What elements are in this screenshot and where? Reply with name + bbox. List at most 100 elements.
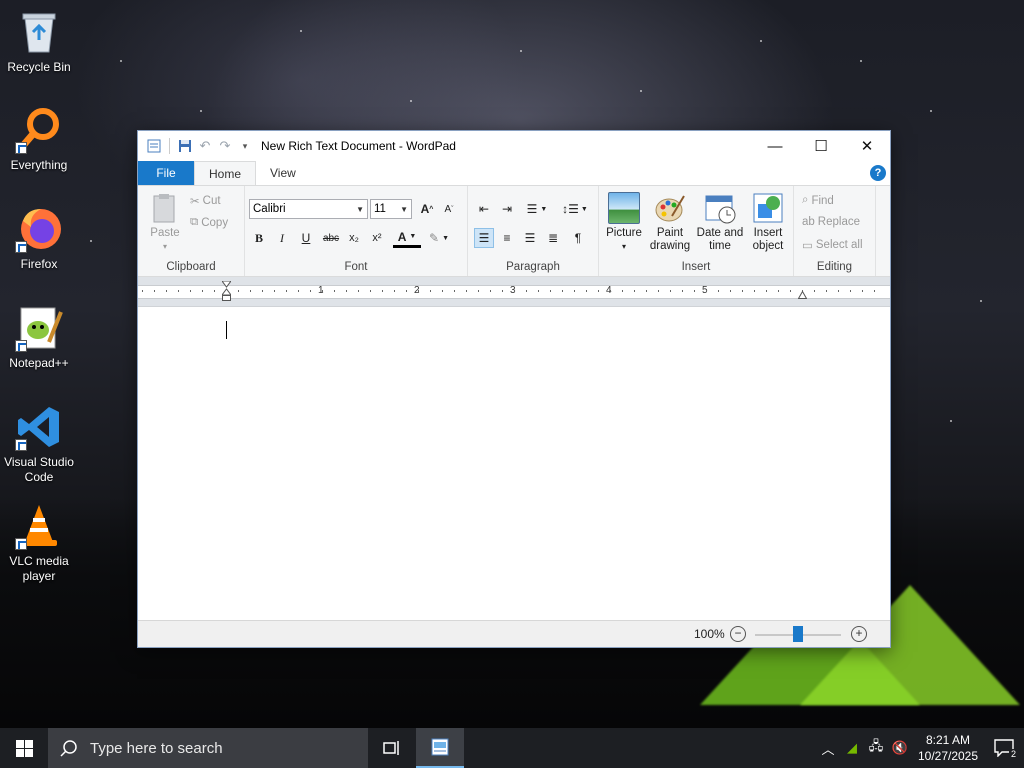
decrease-indent-icon[interactable]: ⇤ (474, 199, 494, 219)
ruler-tick (838, 290, 839, 292)
copy-button[interactable]: ⧉ Copy (190, 216, 228, 229)
tab-file[interactable]: File (138, 161, 194, 185)
help-button[interactable]: ? (870, 165, 886, 181)
customize-toolbar-icon[interactable]: ▾ (237, 138, 253, 154)
find-button[interactable]: ⌕ Find (802, 194, 834, 207)
ruler-tick (334, 290, 335, 292)
desktop-icon-label: Firefox (20, 257, 58, 271)
ribbon-tabs: File Home View ? (138, 161, 890, 185)
document-editor[interactable] (138, 307, 890, 621)
right-indent-marker[interactable] (797, 288, 808, 299)
increase-indent-icon[interactable]: ⇥ (497, 199, 517, 219)
insert-object-button[interactable]: Insert object (747, 192, 789, 253)
ruler-tick (718, 290, 719, 292)
desktop-icon-label: Everything (10, 158, 68, 172)
underline-button[interactable]: U (296, 228, 316, 248)
volume-muted-icon[interactable]: 🔇 (888, 740, 912, 756)
paint-drawing-button[interactable]: Paint drawing (647, 192, 693, 253)
insert-picture-button[interactable]: Picture ▾ (603, 192, 645, 253)
highlight-color-button[interactable]: ✎ ▼ (425, 228, 453, 248)
redo-icon[interactable]: ↷ (217, 138, 233, 154)
desktop-icon-vscode[interactable]: Visual Studio Code (2, 403, 76, 485)
ruler-tick (262, 290, 263, 292)
ruler-tick (478, 290, 479, 292)
highlighter-icon: ✎ (429, 231, 440, 245)
subscript-button[interactable]: x₂ (344, 228, 364, 248)
ruler-tick (658, 290, 659, 292)
ruler-tick (142, 290, 143, 292)
desktop-icon-vlc[interactable]: VLC media player (2, 502, 76, 584)
palette-icon (654, 192, 686, 224)
tab-view[interactable]: View (256, 161, 310, 185)
ruler-tick (634, 290, 635, 292)
window-title: New Rich Text Document - WordPad (261, 139, 456, 153)
justify-button[interactable]: ≣ (543, 228, 563, 248)
taskbar-app-wordpad[interactable] (416, 728, 464, 768)
replace-button[interactable]: ab Replace (802, 216, 860, 228)
ruler-tick (790, 290, 791, 292)
minimize-button[interactable]: — (752, 131, 798, 161)
ruler-tick (538, 290, 539, 292)
left-indent-marker[interactable] (221, 280, 232, 301)
undo-icon[interactable]: ↶ (197, 138, 213, 154)
shortcut-arrow-icon (15, 538, 27, 550)
bullet-list-icon[interactable]: ☰ ▼ (522, 199, 552, 219)
ruler[interactable]: 1 2 3 4 5 (138, 277, 890, 307)
task-view-button[interactable] (368, 728, 416, 768)
chevron-down-icon: ▼ (356, 204, 364, 214)
action-center-button[interactable]: 2 (984, 739, 1024, 759)
close-button[interactable]: ✕ (844, 131, 890, 161)
select-all-button[interactable]: ▭ Select all (802, 238, 863, 252)
ruler-tick (730, 290, 731, 292)
clock[interactable]: 8:21 AM 10/27/2025 (912, 732, 984, 764)
ruler-tick (394, 290, 395, 292)
status-bar: 100% − + (138, 620, 890, 647)
align-right-button[interactable]: ☰ (520, 228, 540, 248)
zoom-out-button[interactable]: − (730, 626, 746, 642)
grow-font-button[interactable]: A ^ (417, 199, 437, 219)
desktop-icon-everything[interactable]: Everything (2, 106, 76, 173)
line-spacing-icon[interactable]: ↕☰ ▼ (560, 199, 590, 219)
text-color-button[interactable]: A ▼ (393, 228, 421, 248)
group-label: Editing (816, 261, 853, 273)
italic-button[interactable]: I (272, 228, 292, 248)
group-label: Font (344, 261, 368, 273)
ruler-tick (574, 290, 575, 292)
desktop-icon-recycle-bin[interactable]: Recycle Bin (2, 8, 76, 75)
cut-button[interactable]: ✂ Cut (190, 194, 221, 208)
chevron-up-icon[interactable]: ︿ (816, 739, 840, 758)
date-time-button[interactable]: Date and time (695, 192, 745, 253)
maximize-button[interactable]: ☐ (798, 131, 844, 161)
taskbar-search[interactable]: Type here to search (48, 728, 368, 768)
window-controls: — ☐ ✕ (752, 131, 890, 161)
save-icon[interactable] (177, 138, 193, 154)
nvidia-icon[interactable]: ◢ (840, 740, 864, 756)
ruler-tick (562, 290, 563, 292)
search-placeholder: Type here to search (90, 739, 223, 757)
ruler-tick (514, 290, 515, 292)
strikethrough-button[interactable]: abc (319, 228, 343, 248)
zoom-slider-thumb[interactable] (793, 626, 803, 642)
insert-group: Picture ▾ Paint drawing Date and time In… (599, 186, 794, 276)
zoom-in-button[interactable]: + (851, 626, 867, 642)
wordpad-app-icon[interactable] (146, 138, 162, 154)
font-family-select[interactable]: Calibri ▼ (249, 199, 368, 219)
desktop-icon-firefox[interactable]: Firefox (2, 205, 76, 272)
superscript-button[interactable]: x² (367, 228, 387, 248)
search-icon (60, 740, 77, 757)
bold-button[interactable]: B (249, 228, 269, 248)
shrink-font-button[interactable]: Aˇ (439, 199, 459, 219)
firefox-icon (15, 205, 63, 253)
paste-button[interactable]: Paste ▾ (146, 192, 184, 253)
desktop-icon-notepad-plus-plus[interactable]: Notepad++ (2, 304, 76, 371)
ruler-tick (454, 290, 455, 292)
ruler-tick (418, 290, 419, 292)
start-button[interactable] (0, 728, 48, 768)
recycle-bin-icon (15, 8, 63, 56)
network-icon[interactable]: 🖧 (864, 737, 888, 759)
font-size-select[interactable]: 11 ▼ (370, 199, 412, 219)
paragraph-settings-icon[interactable]: ¶ (568, 228, 588, 248)
tab-home[interactable]: Home (194, 161, 257, 185)
align-left-button[interactable]: ☰ (474, 228, 494, 248)
align-center-button[interactable]: ≡ (497, 228, 517, 248)
